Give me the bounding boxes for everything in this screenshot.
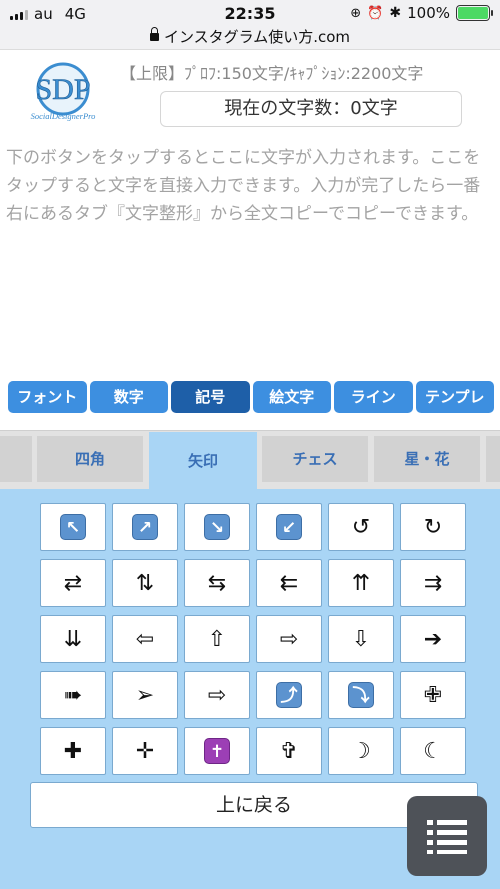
site-logo[interactable]: SDP SocialDesignerPro (22, 62, 104, 122)
symbol-glyph: ⇄ (63, 570, 83, 596)
symbol-glyph: ↻ (423, 514, 443, 540)
lock-icon (149, 27, 159, 41)
symbol-glyph: ⇊ (63, 626, 83, 652)
symbol-key[interactable]: ✙ (400, 671, 466, 719)
symbol-key[interactable]: ✞ (256, 727, 322, 775)
subtab-squares[interactable]: 四角 (37, 436, 143, 482)
symbol-key[interactable]: ↖ (40, 503, 106, 551)
char-counter: 現在の文字数：0文字 (160, 91, 462, 127)
tab-lines[interactable]: ライン (334, 381, 413, 413)
symbol-key[interactable]: ➔ (400, 615, 466, 663)
status-left: au 4G (10, 5, 86, 23)
subtab-prev-partial[interactable] (0, 436, 32, 482)
subtab-stars-flowers[interactable]: 星・花 (374, 436, 480, 482)
symbol-glyph: ⤴ (276, 682, 302, 708)
symbol-key[interactable]: ⇦ (112, 615, 178, 663)
symbol-key[interactable]: ⇩ (328, 615, 394, 663)
symbol-key[interactable]: ⇧ (184, 615, 250, 663)
symbol-glyph: ↖ (60, 514, 86, 540)
battery-percent: 100% (407, 4, 450, 22)
symbol-key[interactable]: ↙ (256, 503, 322, 551)
symbol-key[interactable]: ⇈ (328, 559, 394, 607)
symbol-glyph: ⇨ (207, 682, 227, 708)
symbol-key[interactable]: ⇄ (40, 559, 106, 607)
text-editor[interactable]: 下のボタンをタップするとここに文字が入力されます。ここをタップすると文字を直接入… (6, 144, 494, 228)
list-menu-icon (427, 820, 467, 854)
symbol-glyph: ⇇ (279, 570, 299, 596)
symbol-glyph: ⇅ (135, 570, 155, 596)
symbol-key[interactable]: ⇉ (400, 559, 466, 607)
symbol-glyph: ↗ (132, 514, 158, 540)
symbol-glyph: ⇆ (207, 570, 227, 596)
symbol-key[interactable]: ✛ (112, 727, 178, 775)
subtab-chess[interactable]: チェス (262, 436, 368, 482)
subtab-arrows[interactable]: 矢印 (149, 432, 257, 490)
symbol-key[interactable]: ➢ (112, 671, 178, 719)
symbol-glyph: ➠ (63, 682, 83, 708)
symbol-key[interactable]: ✚ (40, 727, 106, 775)
symbol-key[interactable]: ↻ (400, 503, 466, 551)
main-tabs: フォント 数字 記号 絵文字 ライン テンプレ (8, 381, 494, 413)
symbol-glyph: ➢ (135, 682, 155, 708)
symbol-key[interactable]: ⇅ (112, 559, 178, 607)
symbol-key[interactable]: ⇨ (184, 671, 250, 719)
symbol-glyph: ↺ (351, 514, 371, 540)
tab-emoji[interactable]: 絵文字 (252, 381, 331, 413)
url-text: インスタグラム使い方.com (163, 28, 351, 46)
symbol-glyph: ⇦ (135, 626, 155, 652)
battery-icon (456, 5, 493, 21)
symbol-glyph: ↘ (204, 514, 230, 540)
symbol-glyph: ⇧ (207, 626, 227, 652)
symbol-key[interactable]: ✝ (184, 727, 250, 775)
symbol-glyph: ✛ (135, 738, 155, 764)
menu-button[interactable] (407, 796, 487, 876)
logo-subtitle: SocialDesignerPro (31, 111, 96, 121)
symbol-glyph: ⇉ (423, 570, 443, 596)
tab-symbols[interactable]: 記号 (171, 381, 250, 413)
symbol-key[interactable]: ↺ (328, 503, 394, 551)
symbol-key[interactable]: ⇆ (184, 559, 250, 607)
sub-tabs: 四角 矢印 チェス 星・花 (0, 430, 500, 490)
symbol-key[interactable]: ↗ (112, 503, 178, 551)
subtab-next-partial[interactable] (486, 436, 500, 482)
symbol-key[interactable]: ⤵ (328, 671, 394, 719)
symbol-key[interactable]: ⇨ (256, 615, 322, 663)
logo-text: SDP (35, 73, 90, 106)
tab-numbers[interactable]: 数字 (89, 381, 168, 413)
orientation-lock-icon: ⊕ (350, 5, 362, 21)
carrier-label: au (34, 5, 53, 23)
symbol-glyph: ☽ (351, 738, 371, 764)
status-bar: au 4G 22:35 ⊕ ⏰ ✱ 100% インスタグラム使い方.com (0, 0, 500, 50)
symbol-glyph: ✞ (279, 738, 299, 764)
symbol-key[interactable]: ➠ (40, 671, 106, 719)
symbol-key[interactable]: ⇇ (256, 559, 322, 607)
symbol-glyph: ✚ (63, 738, 83, 764)
symbol-key[interactable]: ⇊ (40, 615, 106, 663)
limit-text: 【上限】ﾌﾟﾛﾌ:150文字/ｷｬﾌﾟｼｮﾝ:2200文字 (120, 64, 424, 83)
symbol-grid: ↖ ↗ ↘ ↙ ↺ ↻ ⇄ ⇅ ⇆ ⇇ ⇈ ⇉ ⇊ ⇦ ⇧ ⇨ ⇩ ➔ ➠ ➢ ⇨ ⤴ ⤵ ✙ ✚ ✛ ✝ ✞ ☽ ☾ (40, 503, 466, 775)
tab-templates[interactable]: テンプレ (415, 381, 494, 413)
symbol-glyph: ↙ (276, 514, 302, 540)
network-label: 4G (64, 5, 86, 23)
status-right: ⊕ ⏰ ✱ 100% (350, 4, 493, 22)
symbol-glyph: ➔ (423, 626, 443, 652)
symbol-key[interactable]: ↘ (184, 503, 250, 551)
symbol-glyph: ⇩ (351, 626, 371, 652)
symbol-glyph: ☾ (423, 738, 443, 764)
symbol-glyph: ✝ (204, 738, 230, 764)
symbol-key[interactable]: ☾ (400, 727, 466, 775)
symbol-glyph: ⇨ (279, 626, 299, 652)
alarm-icon: ⏰ (367, 5, 384, 21)
bluetooth-icon: ✱ (389, 5, 402, 21)
symbol-key[interactable]: ⤴ (256, 671, 322, 719)
symbol-glyph: ✙ (423, 682, 443, 708)
symbol-glyph: ⤵ (348, 682, 374, 708)
address-bar[interactable]: インスタグラム使い方.com (0, 26, 500, 47)
tab-font[interactable]: フォント (8, 381, 87, 413)
signal-icon (10, 8, 28, 20)
symbol-key[interactable]: ☽ (328, 727, 394, 775)
symbol-glyph: ⇈ (351, 570, 371, 596)
